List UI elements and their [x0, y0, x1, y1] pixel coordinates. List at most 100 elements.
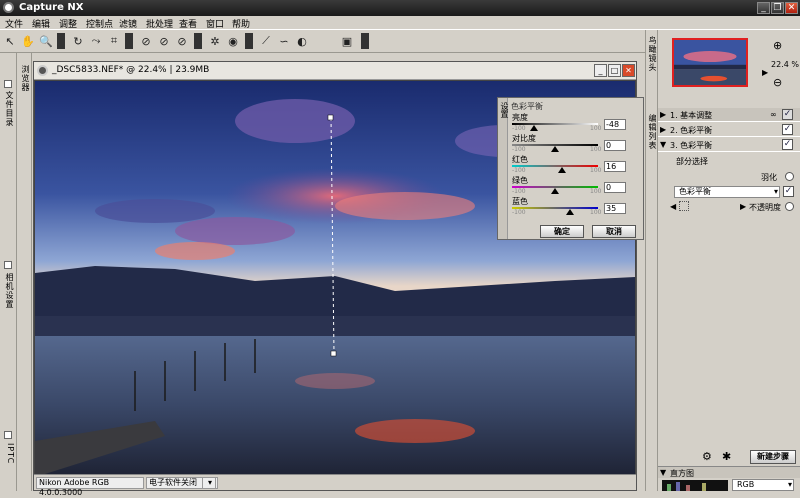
link-icon[interactable]: ∞ — [770, 110, 777, 119]
slider-thumb[interactable] — [551, 188, 559, 194]
ok-button[interactable]: 确定 — [540, 225, 584, 238]
blend-checkbox[interactable]: ✓ — [783, 186, 794, 197]
slider-max-label: 100 — [590, 146, 602, 153]
menu-edit[interactable]: 编辑 — [32, 17, 50, 30]
blend-mode-select[interactable]: 色彩平衡 ▾ — [674, 186, 780, 198]
zoom-in-icon[interactable]: ⊕ — [773, 39, 782, 52]
panel-toggle-icon[interactable] — [4, 80, 12, 88]
right-panel: ⊕ ▶ 22.4 % ⊖ ▶ 1. 基本调整 ∞ ✓ ▶ 2. 色彩平衡 ✓ ▼… — [658, 30, 800, 491]
menu-adjust[interactable]: 调整 — [59, 17, 77, 30]
fill-tool-icon[interactable]: ◐ — [295, 33, 309, 49]
brush-tool-icon[interactable]: ⟋ — [259, 33, 273, 49]
zoom-marker-icon[interactable]: ▶ — [762, 68, 768, 77]
opacity-left-arrow-icon[interactable]: ◀ — [670, 202, 676, 211]
zoom-out-icon[interactable]: ⊖ — [773, 76, 782, 89]
tab-file-directory[interactable]: 文件目录 — [2, 91, 15, 127]
step-options-icon[interactable]: ⚙ — [702, 450, 712, 463]
step-checkbox[interactable]: ✓ — [782, 124, 793, 135]
neutral-point-icon[interactable]: ⊘ — [157, 33, 171, 49]
menu-filter[interactable]: 滤镜 — [119, 17, 137, 30]
chevron-down-icon: ▾ — [787, 480, 792, 489]
black-point-icon[interactable]: ⊘ — [139, 33, 153, 49]
browser-strip: 浏览器 — [17, 53, 32, 491]
step-row-2[interactable]: ▶ 2. 色彩平衡 ✓ — [658, 123, 800, 137]
minimize-icon[interactable]: _ — [594, 64, 607, 77]
app-titlebar: Capture NX _ ❐ ✕ — [0, 0, 800, 16]
toolbar-tag-icon — [194, 33, 202, 49]
slider-min-label: -100 — [512, 146, 526, 153]
slider-thumb[interactable] — [551, 146, 559, 152]
expand-icon[interactable]: ▶ — [660, 110, 666, 119]
menu-batch[interactable]: 批处理 — [146, 17, 173, 30]
slider-value-input[interactable]: 0 — [604, 140, 626, 151]
slider-label: 红色 — [512, 155, 528, 164]
slider-value-input[interactable]: -48 — [604, 119, 626, 130]
step-row-3[interactable]: ▼ 3. 色彩平衡 ✓ — [658, 138, 800, 152]
arrow-tool-icon[interactable]: ↖ — [3, 33, 17, 49]
slider-thumb[interactable] — [566, 209, 575, 215]
status-dropdown-icon[interactable]: ▾ — [202, 477, 216, 489]
slider-thumb[interactable] — [557, 167, 566, 173]
tab-birdseye[interactable]: 鸟瞰镜头 — [647, 36, 658, 72]
blend-mode-value: 色彩平衡 — [679, 187, 711, 196]
opacity-right-arrow-icon[interactable]: ▶ — [740, 202, 746, 211]
status-bar: Nikon Adobe RGB 4.0.0.3000 电子软件关闭 ▾ — [34, 474, 636, 497]
histogram-channel-select[interactable]: RGB ▾ — [732, 479, 794, 491]
slider-label: 绿色 — [512, 176, 528, 185]
straighten-tool-icon[interactable]: ⤳ — [89, 33, 103, 49]
new-step-button[interactable]: 新建步骤 — [750, 450, 796, 464]
minimize-icon[interactable]: _ — [757, 2, 770, 14]
step-checkbox[interactable]: ✓ — [782, 139, 793, 150]
slider-value-input[interactable]: 35 — [604, 203, 626, 214]
rotate-tool-icon[interactable]: ↻ — [71, 33, 85, 49]
toolbar-tag-icon — [361, 33, 369, 49]
slider-min-label: -100 — [512, 125, 526, 132]
step-row-1[interactable]: ▶ 1. 基本调整 ∞ ✓ — [658, 108, 800, 122]
toolbar: ↖ ✋ 🔍 ↻ ⤳ ⌗ ⊘ ⊘ ⊘ ✲ ◉ ⟋ ∽ ◐ ▣ — [0, 30, 645, 53]
expand-icon[interactable]: ▶ — [660, 125, 666, 134]
crop-tool-icon[interactable]: ⌗ — [107, 33, 121, 49]
tab-iptc[interactable]: IPTC — [2, 443, 15, 464]
slider-value-input[interactable]: 0 — [604, 182, 626, 193]
maximize-icon[interactable]: □ — [608, 64, 621, 77]
app-logo-icon — [3, 2, 14, 13]
panel-toggle-icon[interactable] — [4, 431, 12, 439]
tab-camera-settings[interactable]: 相机设置 — [2, 273, 15, 309]
settings-icon[interactable]: ✱ — [722, 450, 731, 463]
image-window-title: _DSC5833.NEF* @ 22.4% | 23.9MB — [52, 65, 210, 75]
collapse-icon[interactable]: ▼ — [660, 468, 666, 477]
close-icon[interactable]: ✕ — [622, 64, 635, 77]
tab-browser[interactable]: 浏览器 — [18, 65, 31, 92]
slider-value-input[interactable]: 16 — [604, 161, 626, 172]
opacity-radio[interactable] — [785, 202, 794, 211]
color-balance-dialog: 设置 色彩平衡 亮度 -100 100 -48 对比度 -100 100 0 红色 -100 100… — [497, 97, 644, 240]
collapse-icon[interactable]: ▼ — [660, 140, 666, 149]
menu-help[interactable]: 帮助 — [232, 17, 250, 30]
feather-label: 羽化 — [761, 173, 777, 182]
menu-view[interactable]: 查看 — [179, 17, 197, 30]
menu-window[interactable]: 窗口 — [206, 17, 224, 30]
menu-bar: 文件 编辑 调整 控制点 滤镜 批处理 查看 窗口 帮助 — [0, 16, 800, 30]
lasso-tool-icon[interactable]: ∽ — [277, 33, 291, 49]
color-point-icon[interactable]: ✲ — [208, 33, 222, 49]
selection-tool-icon[interactable]: ▣ — [340, 33, 354, 49]
gradient-tool-icon[interactable] — [313, 33, 327, 49]
restore-icon[interactable]: ❐ — [771, 2, 784, 14]
birdseye-preview[interactable] — [672, 38, 748, 87]
feather-radio[interactable] — [785, 172, 794, 181]
slider-thumb[interactable] — [530, 125, 539, 131]
cancel-button[interactable]: 取消 — [592, 225, 636, 238]
dialog-side-tab: 设置 — [498, 98, 509, 239]
red-eye-icon[interactable]: ◉ — [226, 33, 240, 49]
menu-file[interactable]: 文件 — [5, 17, 23, 30]
hand-tool-icon[interactable]: ✋ — [21, 33, 35, 49]
panel-toggle-icon[interactable] — [4, 261, 12, 269]
histogram-label: 直方图 — [670, 469, 694, 478]
zoom-tool-icon[interactable]: 🔍 — [39, 33, 53, 49]
menu-control-point[interactable]: 控制点 — [86, 17, 113, 30]
white-point-icon[interactable]: ⊘ — [175, 33, 189, 49]
step-checkbox[interactable]: ✓ — [782, 109, 793, 120]
close-icon[interactable]: ✕ — [785, 2, 798, 14]
mask-thumbnail[interactable] — [679, 201, 689, 211]
tab-edit-list[interactable]: 编辑列表 — [647, 114, 658, 150]
